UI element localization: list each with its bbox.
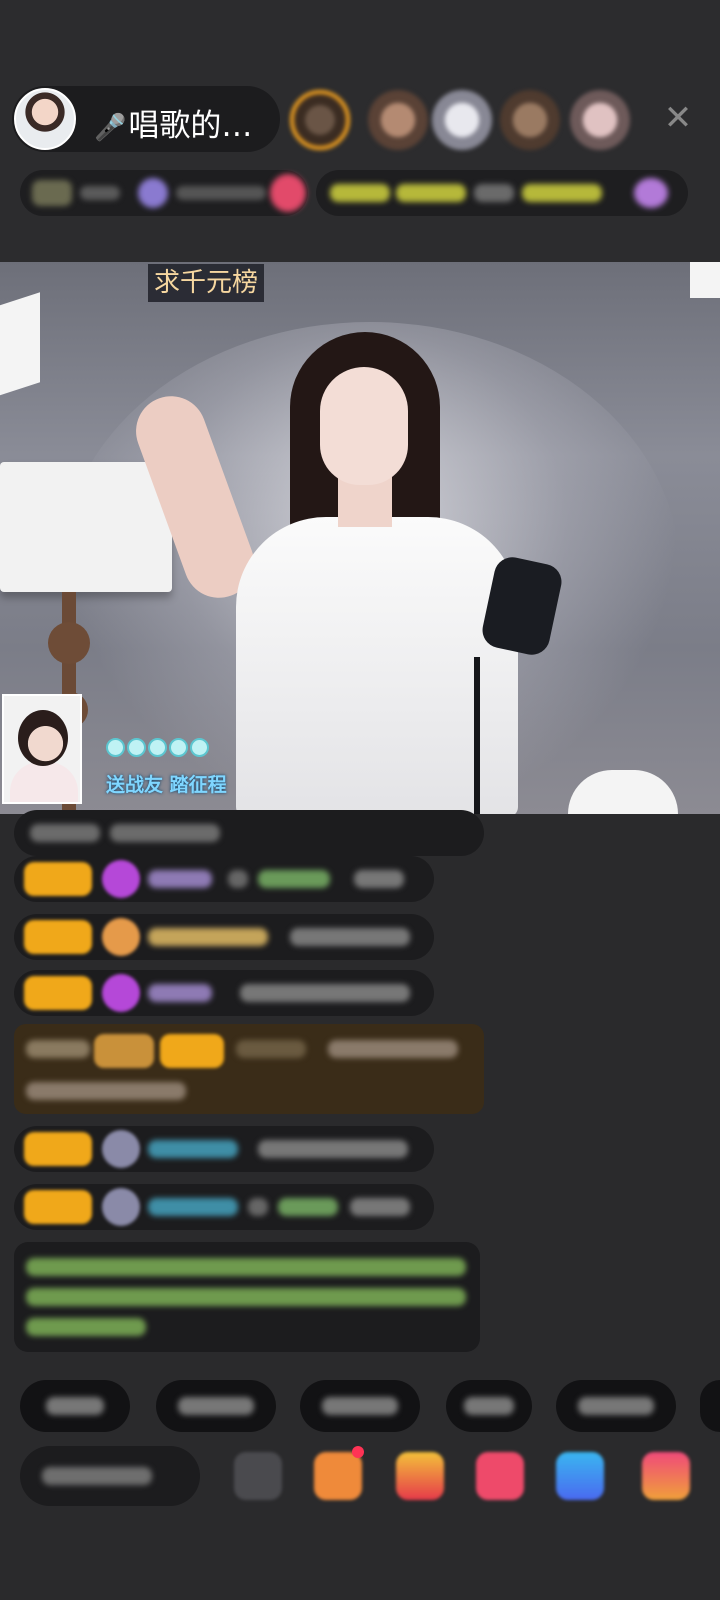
microphone-icon: 🎤 — [94, 113, 127, 143]
live-video[interactable]: 求千元榜 送战友 踏征程 — [0, 262, 720, 814]
dot-icon — [106, 738, 125, 757]
chat-message[interactable] — [14, 914, 434, 960]
notification-dot — [352, 1446, 364, 1458]
quick-reply-chip[interactable] — [156, 1380, 276, 1432]
system-message — [14, 1242, 480, 1352]
bottom-bar — [0, 1380, 720, 1600]
comment-input[interactable] — [20, 1446, 200, 1506]
host-avatar[interactable] — [14, 88, 76, 150]
stream-sign: 求千元榜 — [148, 264, 265, 302]
game-icon[interactable] — [476, 1452, 524, 1500]
streamer-face — [320, 367, 408, 485]
quick-reply-chip[interactable] — [556, 1380, 676, 1432]
quick-reply-chip[interactable] — [300, 1380, 420, 1432]
viewer-avatar-2[interactable] — [368, 90, 428, 150]
host-name-text: 唱歌的… — [128, 108, 253, 144]
pip-portrait[interactable] — [2, 694, 82, 804]
chat-icon[interactable] — [556, 1452, 604, 1500]
chat-message[interactable] — [14, 1126, 434, 1172]
dot-icon — [148, 738, 167, 757]
viewer-avatar-3[interactable] — [432, 90, 492, 150]
host-info-pill[interactable]: 🎤唱歌的… — [12, 86, 280, 152]
dot-icon — [169, 738, 188, 757]
chat-message[interactable] — [14, 856, 434, 902]
chat-list[interactable] — [0, 810, 720, 1354]
viewer-avatar-5[interactable] — [570, 90, 630, 150]
treasure-icon[interactable] — [396, 1452, 444, 1500]
gift-icon[interactable] — [642, 1452, 690, 1500]
mic-cable — [474, 657, 480, 814]
chat-message[interactable] — [14, 1184, 434, 1230]
progress-dots — [106, 738, 209, 757]
lamp-ornament — [48, 622, 90, 664]
dot-icon — [127, 738, 146, 757]
quick-reply-chip[interactable] — [20, 1380, 130, 1432]
viewer-avatar-1[interactable] — [290, 90, 350, 150]
lamp-shade — [0, 462, 172, 592]
fan-club-bar[interactable] — [316, 170, 688, 216]
live-header: 🎤唱歌的… ✕ — [0, 0, 720, 262]
background-garment — [568, 770, 678, 814]
quick-reply-chip[interactable] — [446, 1380, 532, 1432]
dot-icon — [190, 738, 209, 757]
ceiling-light — [690, 262, 720, 298]
host-name: 🎤唱歌的… — [94, 100, 252, 145]
close-icon[interactable]: ✕ — [660, 98, 696, 138]
quick-reply-chip[interactable] — [700, 1380, 720, 1432]
chat-message[interactable] — [14, 810, 484, 856]
chat-message-highlighted[interactable] — [14, 1024, 484, 1114]
gift-box-icon[interactable] — [314, 1452, 362, 1500]
chat-message[interactable] — [14, 970, 434, 1016]
emoji-icon[interactable] — [234, 1452, 282, 1500]
song-caption: 送战友 踏征程 — [106, 774, 227, 796]
viewer-avatar-4[interactable] — [500, 90, 560, 150]
ceiling-light — [0, 292, 40, 402]
rank-info-bar[interactable] — [20, 170, 308, 216]
